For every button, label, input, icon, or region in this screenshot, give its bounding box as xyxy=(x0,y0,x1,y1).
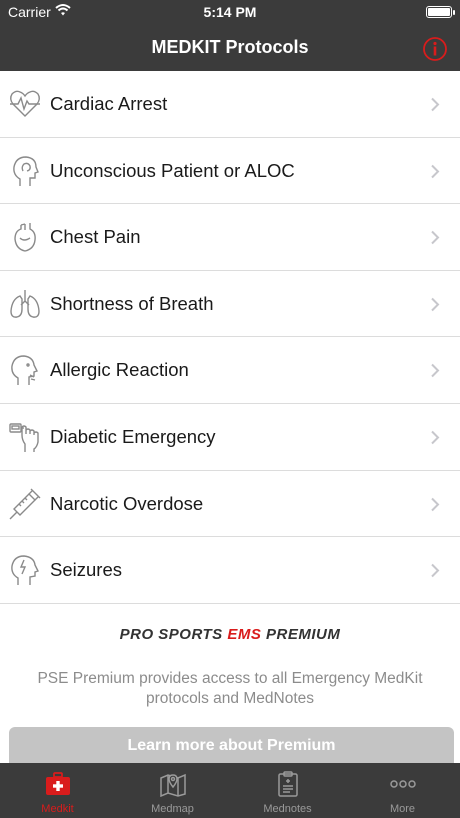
tab-bar: Medkit Medmap Mednotes More xyxy=(0,763,460,818)
face-allergy-icon xyxy=(11,355,38,386)
chevron-right-icon xyxy=(431,364,440,378)
tab-medkit[interactable]: Medkit xyxy=(0,763,115,818)
more-dots-icon xyxy=(389,780,416,788)
chevron-right-icon xyxy=(431,563,440,578)
premium-promo: PRO SPORTS EMS PREMIUM PSE Premium provi… xyxy=(0,605,460,767)
brain-head-icon xyxy=(11,555,39,586)
tab-label: Medkit xyxy=(41,803,74,815)
syringe-icon xyxy=(9,488,41,520)
chevron-right-icon xyxy=(431,497,440,511)
chevron-right-icon xyxy=(431,97,440,112)
learn-more-premium-button[interactable]: Learn more about Premium xyxy=(9,727,454,767)
protocol-row-unconscious-patient[interactable]: Unconscious Patient or ALOC xyxy=(0,137,460,205)
protocol-row-chest-pain[interactable]: Chest Pain xyxy=(0,204,460,271)
protocol-label: Cardiac Arrest xyxy=(50,93,168,114)
tab-more[interactable]: More xyxy=(345,763,460,818)
premium-description: PSE Premium provides access to all Emerg… xyxy=(37,670,423,707)
chevron-right-icon xyxy=(431,430,440,445)
heartbeat-icon xyxy=(10,90,40,117)
tab-mednotes[interactable]: Mednotes xyxy=(230,763,345,818)
battery-icon xyxy=(426,6,455,18)
head-profile-icon xyxy=(13,155,39,186)
tab-label: Mednotes xyxy=(263,803,312,815)
protocol-label: Unconscious Patient or ALOC xyxy=(50,159,295,181)
protocol-row-allergic-reaction[interactable]: Allergic Reaction xyxy=(0,337,460,404)
protocol-row-shortness-of-breath[interactable]: Shortness of Breath xyxy=(0,270,460,338)
protocol-row-seizures[interactable]: Seizures xyxy=(0,537,460,604)
chevron-right-icon xyxy=(431,164,440,178)
glucose-meter-icon xyxy=(9,423,39,452)
protocol-label: Narcotic Overdose xyxy=(50,492,204,514)
tab-label: Medmap xyxy=(151,803,194,815)
status-bar: Carrier 5:14 PM xyxy=(0,0,460,26)
protocol-row-diabetic-emergency[interactable]: Diabetic Emergency xyxy=(0,403,460,471)
page-title: MEDKIT Protocols xyxy=(151,37,309,57)
tab-medmap[interactable]: Medmap xyxy=(115,763,230,818)
clipboard-icon xyxy=(277,771,298,797)
chevron-right-icon xyxy=(431,230,440,245)
info-icon[interactable] xyxy=(422,36,448,62)
nav-bar: MEDKIT Protocols xyxy=(0,26,460,71)
protocol-row-narcotic-overdose[interactable]: Narcotic Overdose xyxy=(0,470,460,538)
protocol-label: Seizures xyxy=(50,559,122,581)
protocol-label: Shortness of Breath xyxy=(50,292,214,314)
map-pin-icon xyxy=(159,773,186,797)
lungs-icon xyxy=(10,289,40,318)
protocol-label: Chest Pain xyxy=(50,226,141,248)
premium-brand-logo: PRO SPORTS EMS PREMIUM xyxy=(119,626,341,643)
protocol-row-cardiac-arrest[interactable]: Cardiac Arrest xyxy=(0,71,460,138)
chevron-right-icon xyxy=(431,297,440,311)
protocol-label: Diabetic Emergency xyxy=(50,425,216,447)
tab-label: More xyxy=(389,803,416,815)
medkit-icon xyxy=(45,772,70,795)
status-time: 5:14 PM xyxy=(203,4,257,20)
protocol-list: Cardiac Arrest Unconscious Patient or AL… xyxy=(0,71,460,604)
heart-icon xyxy=(14,223,36,252)
protocol-label: Allergic Reaction xyxy=(50,359,189,381)
